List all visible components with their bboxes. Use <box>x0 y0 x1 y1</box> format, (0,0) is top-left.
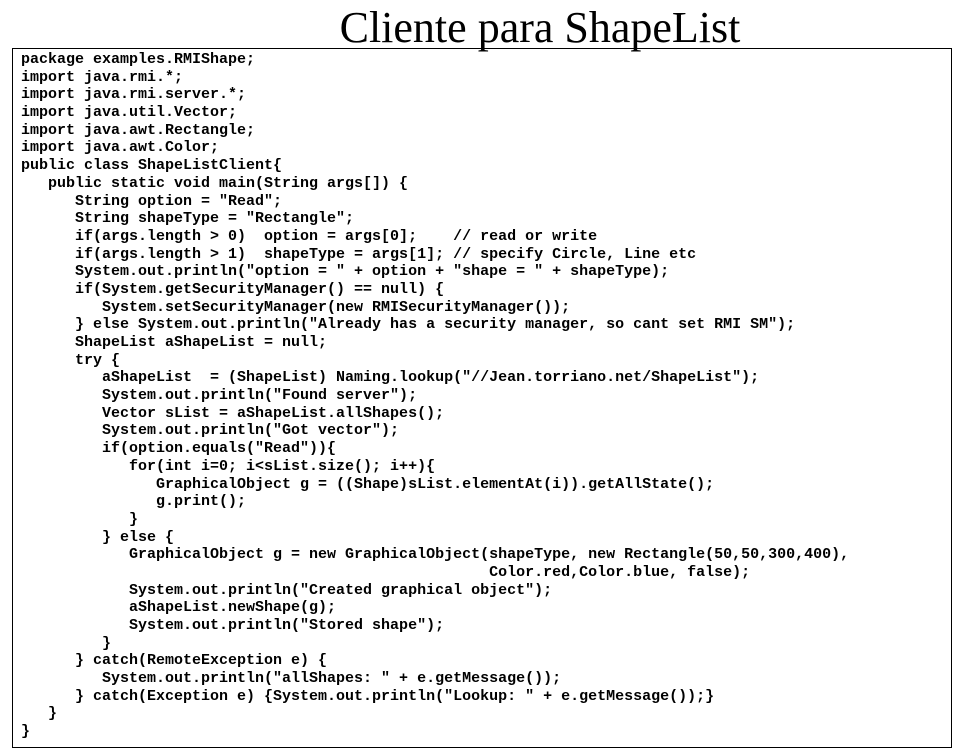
code-line: GraphicalObject g = new GraphicalObject(… <box>21 546 943 564</box>
code-line: System.out.println("option = " + option … <box>21 263 943 281</box>
code-line: import java.rmi.server.*; <box>21 86 943 104</box>
code-line: ShapeList aShapeList = null; <box>21 334 943 352</box>
code-line: import java.rmi.*; <box>21 69 943 87</box>
code-line: g.print(); <box>21 493 943 511</box>
code-line: } catch(RemoteException e) { <box>21 652 943 670</box>
code-line: package examples.RMIShape; <box>21 51 943 69</box>
code-line: } <box>21 635 943 653</box>
code-line: import java.awt.Color; <box>21 139 943 157</box>
code-line: if(args.length > 1) shapeType = args[1];… <box>21 246 943 264</box>
code-line: String option = "Read"; <box>21 193 943 211</box>
code-line: } catch(Exception e) {System.out.println… <box>21 688 943 706</box>
code-line: System.out.println("allShapes: " + e.get… <box>21 670 943 688</box>
code-line: import java.util.Vector; <box>21 104 943 122</box>
code-line: String shapeType = "Rectangle"; <box>21 210 943 228</box>
code-line: aShapeList.newShape(g); <box>21 599 943 617</box>
code-line: public class ShapeListClient{ <box>21 157 943 175</box>
code-line: } else System.out.println("Already has a… <box>21 316 943 334</box>
code-line: System.setSecurityManager(new RMISecurit… <box>21 299 943 317</box>
code-line: } <box>21 705 943 723</box>
code-line: if(System.getSecurityManager() == null) … <box>21 281 943 299</box>
code-line: } <box>21 511 943 529</box>
code-line: GraphicalObject g = ((Shape)sList.elemen… <box>21 476 943 494</box>
code-line: if(option.equals("Read")){ <box>21 440 943 458</box>
code-line: Vector sList = aShapeList.allShapes(); <box>21 405 943 423</box>
code-line: System.out.println("Got vector"); <box>21 422 943 440</box>
code-block: package examples.RMIShape; import java.r… <box>12 48 952 748</box>
code-line: aShapeList = (ShapeList) Naming.lookup("… <box>21 369 943 387</box>
code-line: for(int i=0; i<sList.size(); i++){ <box>21 458 943 476</box>
code-line: if(args.length > 0) option = args[0]; //… <box>21 228 943 246</box>
code-line: try { <box>21 352 943 370</box>
code-line: } else { <box>21 529 943 547</box>
code-line: import java.awt.Rectangle; <box>21 122 943 140</box>
code-line: System.out.println("Stored shape"); <box>21 617 943 635</box>
code-line: public static void main(String args[]) { <box>21 175 943 193</box>
code-line: System.out.println("Found server"); <box>21 387 943 405</box>
code-line: System.out.println("Created graphical ob… <box>21 582 943 600</box>
code-line: Color.red,Color.blue, false); <box>21 564 943 582</box>
code-line: } <box>21 723 943 741</box>
